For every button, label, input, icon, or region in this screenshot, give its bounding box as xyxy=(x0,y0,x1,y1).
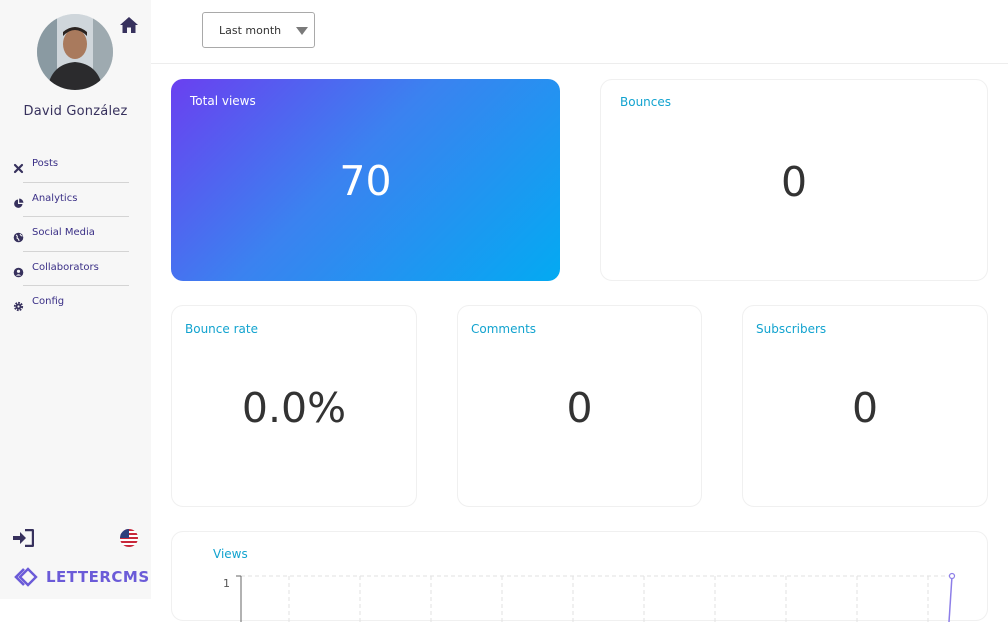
views-data-point[interactable] xyxy=(948,572,956,580)
date-range-select[interactable]: Last month xyxy=(202,12,315,48)
bounce-rate-card: Bounce rate 0.0% xyxy=(171,305,417,507)
views-chart-card: Views 1 xyxy=(171,531,988,622)
sidebar-item-analytics[interactable]: Analytics xyxy=(0,183,151,217)
sidebar-item-label: Posts xyxy=(32,158,59,169)
views-series-line xyxy=(948,575,953,622)
user-name: David González xyxy=(23,104,128,119)
chart-grid xyxy=(241,575,952,622)
comments-card: Comments 0 xyxy=(457,305,702,507)
card-title: Subscribers xyxy=(756,322,827,336)
card-value: 70 xyxy=(339,157,392,205)
brand-name: LETTERCMS xyxy=(46,568,150,586)
card-value: 0 xyxy=(851,384,879,432)
card-value: 0 xyxy=(566,384,593,432)
user-circle-icon xyxy=(13,263,24,277)
chevron-down-icon xyxy=(296,27,308,35)
card-title: Bounces xyxy=(620,95,672,109)
card-title: Comments xyxy=(471,322,537,336)
sidebar-item-social-media[interactable]: Social Media xyxy=(0,217,151,252)
us-flag-icon[interactable] xyxy=(120,529,138,547)
card-title: Bounce rate xyxy=(185,322,258,336)
sidebar-item-label: Collaborators xyxy=(32,261,99,273)
sidebar: David González Posts Analytics Social Me… xyxy=(0,0,151,599)
brand-mark-icon xyxy=(14,567,38,587)
sidebar-item-label: Analytics xyxy=(32,192,78,204)
close-icon xyxy=(13,159,24,174)
sidebar-item-config[interactable]: Config xyxy=(0,286,151,321)
avatar-image xyxy=(37,14,113,90)
sidebar-nav: Posts Analytics Social Media Collaborato… xyxy=(0,148,151,321)
views-chart: 1 xyxy=(223,572,956,622)
sidebar-item-posts[interactable]: Posts xyxy=(0,148,151,183)
logout-icon[interactable] xyxy=(12,528,35,548)
bounces-card: Bounces 0 xyxy=(600,79,988,281)
card-title: Total views xyxy=(190,94,256,108)
gear-icon xyxy=(13,297,24,312)
subscribers-card: Subscribers 0 xyxy=(742,305,988,507)
avatar xyxy=(37,14,113,90)
top-bar: Last month xyxy=(151,0,1008,64)
globe-icon xyxy=(13,228,24,243)
total-views-card: Total views 70 xyxy=(171,79,560,281)
sidebar-item-collaborators[interactable]: Collaborators xyxy=(0,252,151,286)
sidebar-item-label: Social Media xyxy=(32,227,95,238)
home-icon[interactable] xyxy=(119,16,139,34)
card-value: 0.0% xyxy=(241,384,347,432)
sidebar-item-label: Config xyxy=(32,296,65,307)
y-tick-label: 1 xyxy=(223,577,230,590)
date-range-value: Last month xyxy=(219,24,282,37)
card-value: 0 xyxy=(780,158,808,206)
pie-chart-icon xyxy=(13,194,24,208)
brand-logo: LETTERCMS xyxy=(14,566,150,588)
